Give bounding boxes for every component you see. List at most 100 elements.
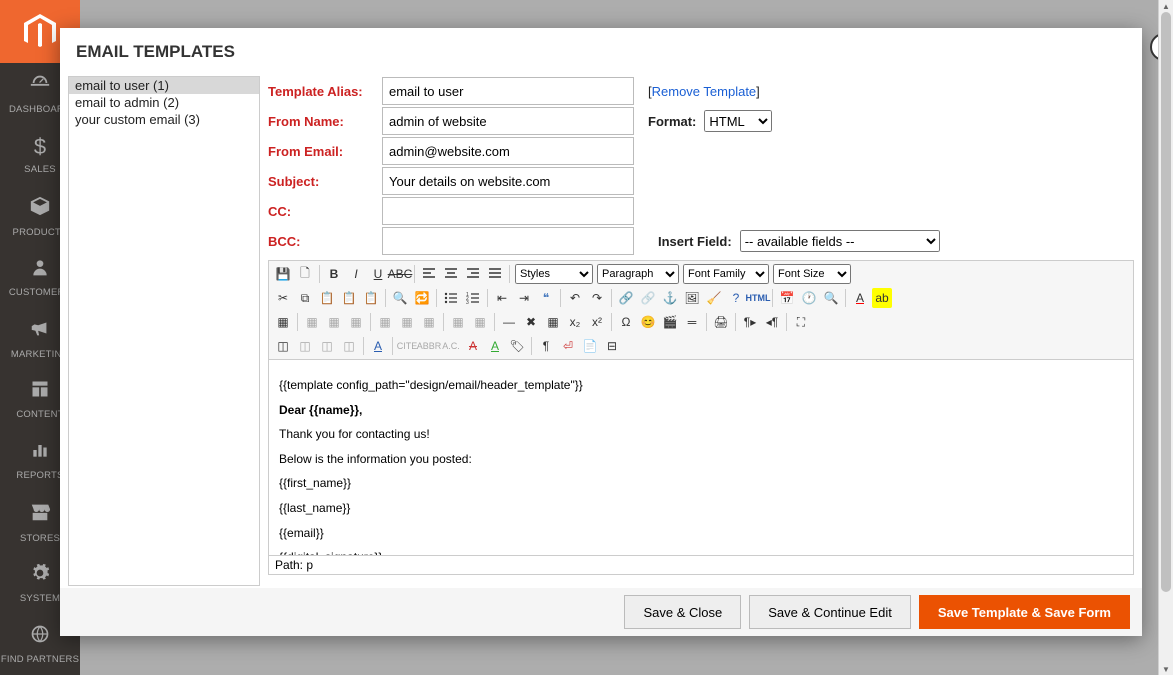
save-template-button[interactable]: Save Template & Save Form [919, 595, 1130, 629]
undo-icon[interactable]: ↶ [565, 288, 585, 308]
remove-template-link[interactable]: [Remove Template] [648, 84, 760, 99]
copy-icon[interactable]: ⧉ [295, 288, 315, 308]
sidebar-label: FIND PARTNERS [1, 654, 79, 665]
time-icon[interactable]: 🕐 [799, 288, 819, 308]
preview-icon[interactable]: 🔍 [821, 288, 841, 308]
cleanup-icon[interactable]: 🧹 [704, 288, 724, 308]
forecolor-icon[interactable]: A [850, 288, 870, 308]
save-continue-button[interactable]: Save & Continue Edit [749, 595, 911, 629]
fullscreen-icon[interactable]: ⛶ [791, 312, 811, 332]
visualaid-icon[interactable]: ▦ [543, 312, 563, 332]
date-icon[interactable]: 📅 [777, 288, 797, 308]
scroll-up-arrow[interactable]: ▲ [1159, 0, 1173, 12]
html-icon[interactable]: HTML [748, 288, 768, 308]
paragraph-select[interactable]: Paragraph [597, 264, 679, 284]
blockquote-icon[interactable]: ❝ [536, 288, 556, 308]
align-left-icon[interactable] [419, 264, 439, 284]
strike-icon[interactable]: ABC [390, 264, 410, 284]
scroll-thumb[interactable] [1161, 12, 1171, 592]
newdoc-icon[interactable]: 🗋 [295, 264, 315, 284]
numbered-list-icon[interactable]: 123 [463, 288, 483, 308]
backcolor-icon[interactable]: ab [872, 288, 892, 308]
row-before-icon[interactable]: ▦ [302, 312, 322, 332]
format-select[interactable]: HTML [704, 110, 772, 132]
save-close-button[interactable]: Save & Close [624, 595, 741, 629]
redo-icon[interactable]: ↷ [587, 288, 607, 308]
del-icon[interactable]: A [463, 336, 483, 356]
visualchars-icon[interactable]: ¶ [536, 336, 556, 356]
font-family-select[interactable]: Font Family [683, 264, 769, 284]
rtl-icon[interactable]: ◂¶ [762, 312, 782, 332]
paste-icon[interactable]: 📋 [317, 288, 337, 308]
bold-icon[interactable]: B [324, 264, 344, 284]
del-col-icon[interactable]: ▦ [419, 312, 439, 332]
cite-icon[interactable]: CITE [397, 336, 417, 356]
person-icon [30, 257, 50, 283]
layer-back-icon[interactable]: ◫ [317, 336, 337, 356]
emotions-icon[interactable]: 😊 [638, 312, 658, 332]
cut-icon[interactable]: ✂ [273, 288, 293, 308]
insert-field-select[interactable]: -- available fields -- [740, 230, 940, 252]
from-name-input[interactable] [382, 107, 634, 135]
vertical-scrollbar[interactable]: ▲ ▼ [1158, 0, 1173, 675]
font-size-select[interactable]: Font Size [773, 264, 851, 284]
bullet-list-icon[interactable] [441, 288, 461, 308]
ins-icon[interactable]: A [485, 336, 505, 356]
template-list-item[interactable]: email to user (1) [69, 77, 259, 94]
anchor-icon[interactable]: ⚓ [660, 288, 680, 308]
layer-fwd-icon[interactable]: ◫ [295, 336, 315, 356]
row-after-icon[interactable]: ▦ [324, 312, 344, 332]
styleprops-icon[interactable]: A [368, 336, 388, 356]
find-icon[interactable]: 🔍 [390, 288, 410, 308]
indent-icon[interactable]: ⇥ [514, 288, 534, 308]
split-cell-icon[interactable]: ▦ [448, 312, 468, 332]
col-after-icon[interactable]: ▦ [397, 312, 417, 332]
hr-icon[interactable]: — [499, 312, 519, 332]
template-icon[interactable]: 📄 [580, 336, 600, 356]
sup-icon[interactable]: x² [587, 312, 607, 332]
editor-body[interactable]: {{template config_path="design/email/hea… [268, 360, 1134, 556]
advhr-icon[interactable]: ═ [682, 312, 702, 332]
align-center-icon[interactable] [441, 264, 461, 284]
del-row-icon[interactable]: ▦ [346, 312, 366, 332]
col-before-icon[interactable]: ▦ [375, 312, 395, 332]
underline-icon[interactable]: U [368, 264, 388, 284]
charmap-icon[interactable]: Ω [616, 312, 636, 332]
bcc-input[interactable] [382, 227, 634, 255]
image-icon[interactable]: 🖼 [682, 288, 702, 308]
from-email-input[interactable] [382, 137, 634, 165]
link-icon[interactable]: 🔗 [616, 288, 636, 308]
outdent-icon[interactable]: ⇤ [492, 288, 512, 308]
template-list-item[interactable]: email to admin (2) [69, 94, 259, 111]
paste-word-icon[interactable]: 📋 [361, 288, 381, 308]
ltr-icon[interactable]: ¶▸ [740, 312, 760, 332]
align-right-icon[interactable] [463, 264, 483, 284]
layer-icon[interactable]: ◫ [273, 336, 293, 356]
align-justify-icon[interactable] [485, 264, 505, 284]
attribs-icon[interactable]: 🏷 [507, 336, 527, 356]
template-alias-input[interactable] [382, 77, 634, 105]
pagebreak-icon[interactable]: ⊟ [602, 336, 622, 356]
layer-abs-icon[interactable]: ◫ [339, 336, 359, 356]
styles-select[interactable]: Styles [515, 264, 593, 284]
replace-icon[interactable]: 🔁 [412, 288, 432, 308]
template-alias-label: Template Alias: [268, 84, 378, 99]
sub-icon[interactable]: x₂ [565, 312, 585, 332]
paste-text-icon[interactable]: 📋 [339, 288, 359, 308]
scroll-down-arrow[interactable]: ▼ [1159, 663, 1173, 675]
media-icon[interactable]: 🎬 [660, 312, 680, 332]
table-icon[interactable]: ▦ [273, 312, 293, 332]
removeformat-icon[interactable]: ✖ [521, 312, 541, 332]
merge-cell-icon[interactable]: ▦ [470, 312, 490, 332]
abbr-icon[interactable]: ABBR [419, 336, 439, 356]
cc-input[interactable] [382, 197, 634, 225]
help-icon[interactable]: ? [726, 288, 746, 308]
save-icon[interactable]: 💾 [273, 264, 293, 284]
unlink-icon[interactable]: 🔗 [638, 288, 658, 308]
subject-input[interactable] [382, 167, 634, 195]
nonbreaking-icon[interactable]: ⏎ [558, 336, 578, 356]
acronym-icon[interactable]: A.C. [441, 336, 461, 356]
print-icon[interactable]: 🖨 [711, 312, 731, 332]
template-list-item[interactable]: your custom email (3) [69, 111, 259, 128]
italic-icon[interactable]: I [346, 264, 366, 284]
